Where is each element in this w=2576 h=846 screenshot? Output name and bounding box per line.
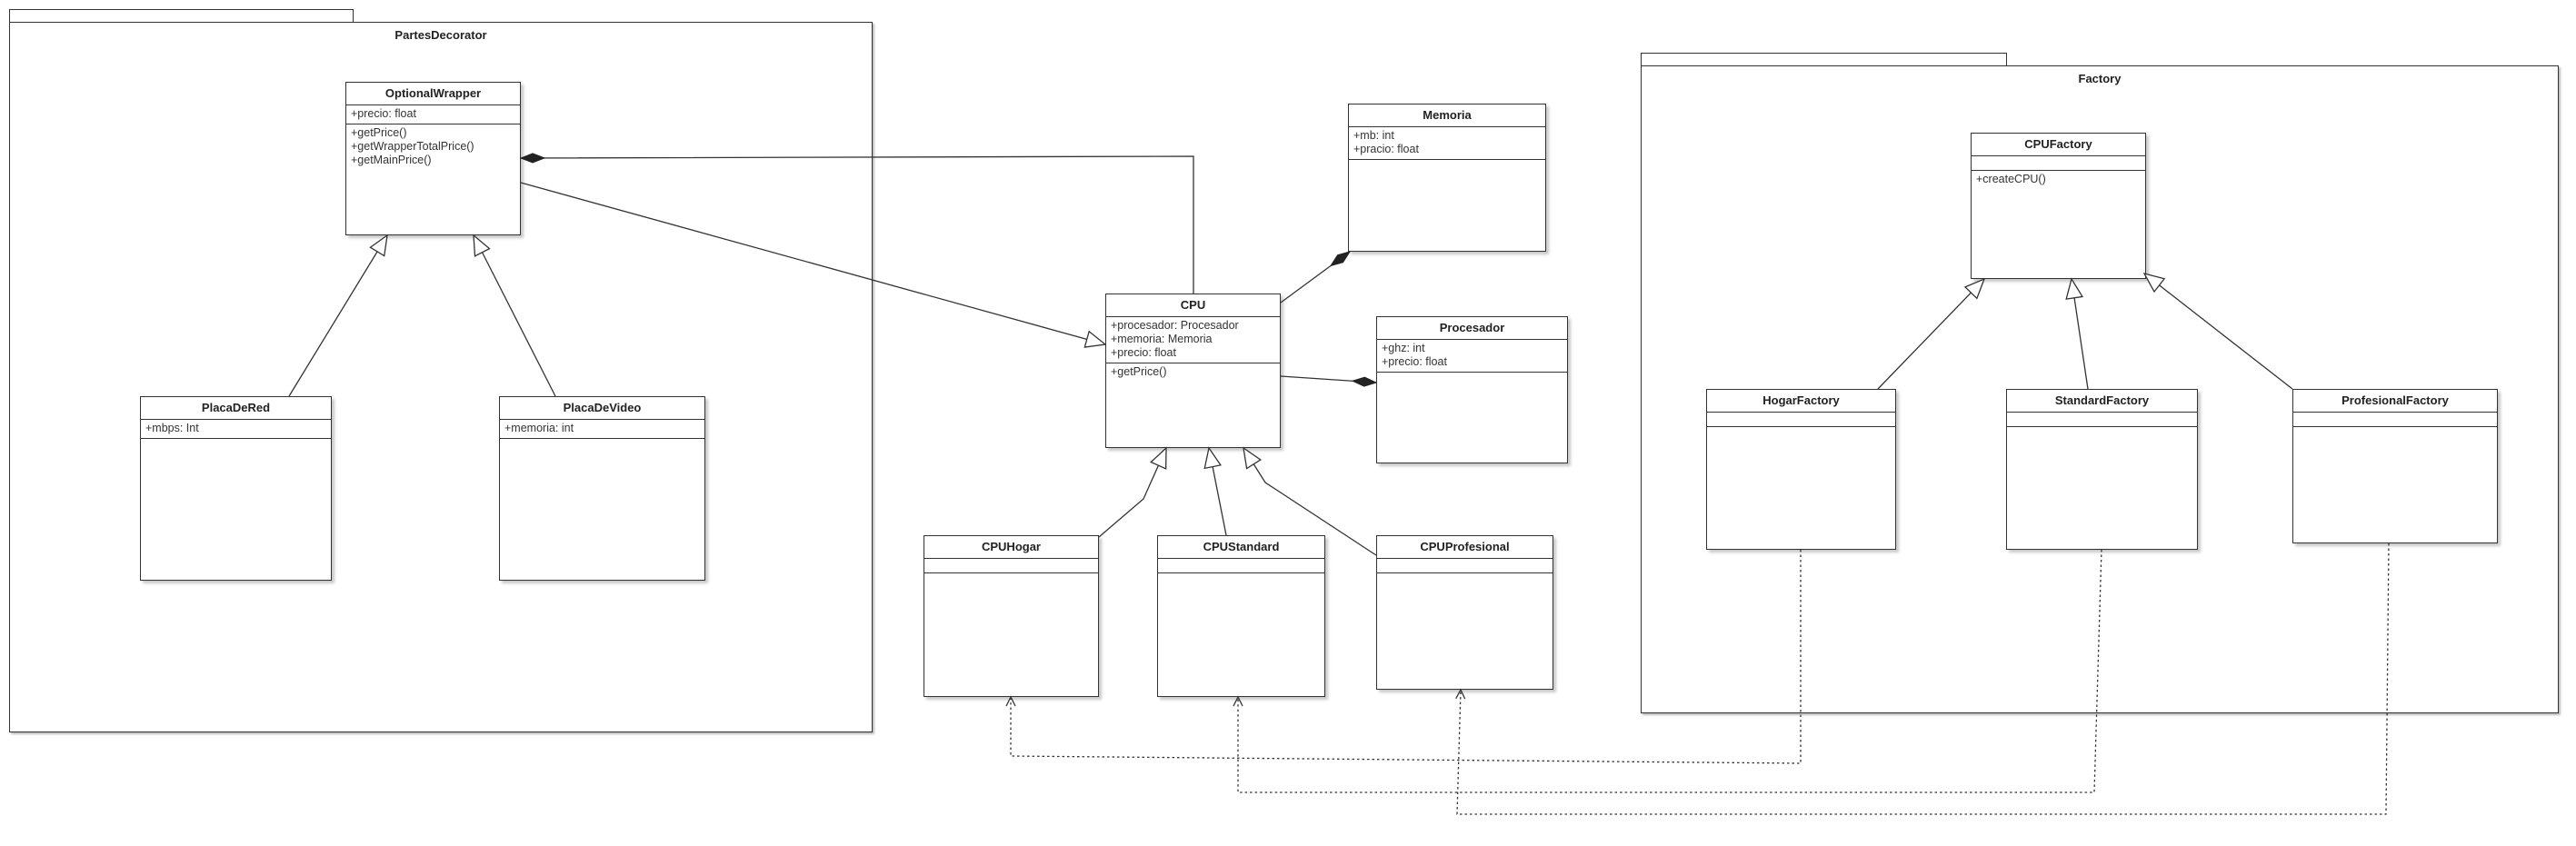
dependency-standardfactory-cpustandard xyxy=(1233,549,2102,793)
composition-cpu-procesador xyxy=(1280,375,1378,387)
composition-cpu-optionalwrapper xyxy=(519,153,1194,294)
generalization-profesionalfactory-cpufactory xyxy=(2142,272,2293,390)
generalization-placaderred-optionalwrapper xyxy=(288,234,388,397)
generalization-placadevideo-optionalwrapper xyxy=(473,234,556,397)
generalization-cpuprofesional-cpu xyxy=(1243,446,1377,556)
connectors-layer xyxy=(288,153,2390,815)
generalization-cpuhogar-cpu xyxy=(1098,446,1167,538)
association-optionalwrapper-cpu xyxy=(520,182,1107,348)
generalization-cpustandard-cpu xyxy=(1203,446,1227,536)
dependency-hogarfactory-cpuhogar xyxy=(1005,550,1802,764)
dependency-profesionalfactory-cpuprofesional xyxy=(1455,542,2390,815)
composition-cpu-memoria xyxy=(1280,251,1352,304)
generalization-standardfactory-cpufactory xyxy=(2065,277,2089,390)
generalization-hogarfactory-cpufactory xyxy=(1877,277,1986,390)
diagram-canvas: PartesDecorator Factory OptionalWrapper … xyxy=(0,0,2576,846)
